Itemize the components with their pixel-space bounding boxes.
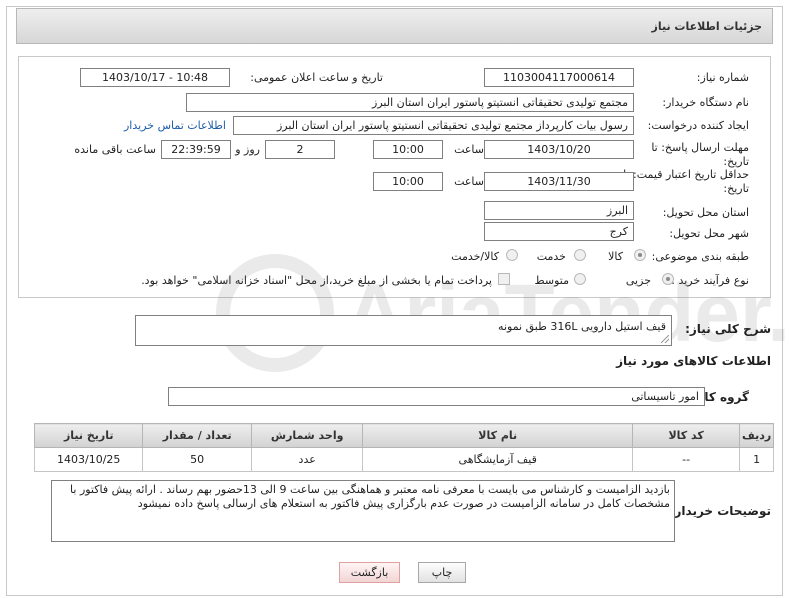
col-row-number: ردیف bbox=[739, 423, 774, 448]
cell-item-code: -- bbox=[631, 447, 741, 472]
treasury-payment-checkbox[interactable] bbox=[498, 273, 510, 285]
deadline-label: مهلت ارسال پاسخ: تا تاریخ: bbox=[651, 141, 749, 168]
remaining-label: ساعت باقی مانده bbox=[74, 143, 156, 156]
payment-note: پرداخت تمام یا بخشی از مبلغ خرید،از محل … bbox=[141, 274, 492, 287]
table-header-row: ردیف کد کالا نام کالا واحد شمارش تعداد /… bbox=[33, 423, 774, 448]
validity-time-label: ساعت bbox=[454, 175, 484, 188]
category-service-label: خدمت bbox=[536, 250, 566, 263]
creator-label: ایجاد کننده درخواست: bbox=[647, 119, 749, 132]
contact-info-link[interactable]: اطلاعات تماس خریدار bbox=[124, 119, 226, 132]
announce-label: تاریخ و ساعت اعلان عمومی: bbox=[250, 71, 383, 84]
days-label: روز و bbox=[235, 143, 260, 156]
back-button[interactable]: بازگشت bbox=[339, 562, 400, 583]
description-label: شرح کلی نیاز: bbox=[685, 322, 771, 336]
province-field: البرز bbox=[484, 201, 634, 220]
city-label: شهر محل تحویل: bbox=[669, 227, 749, 240]
col-quantity: تعداد / مقدار bbox=[142, 423, 252, 448]
need-number-field: 1103004117000614 bbox=[484, 68, 634, 87]
category-goods-radio[interactable] bbox=[634, 249, 646, 261]
category-service-radio[interactable] bbox=[574, 249, 586, 261]
col-need-date: تاریخ نیاز bbox=[33, 423, 144, 448]
announce-field: 1403/10/17 - 10:48 bbox=[80, 68, 230, 87]
deadline-date-field: 1403/10/20 bbox=[484, 140, 634, 159]
validity-date-field: 1403/11/30 bbox=[484, 172, 634, 191]
buyer-notes-field[interactable]: بازدید الزامیست و کارشناس می بایست با مع… bbox=[51, 480, 675, 542]
header-bar: جزئیات اطلاعات نیاز bbox=[16, 8, 773, 44]
table-row: 1 -- قیف آزمایشگاهی عدد 50 1403/10/25 bbox=[33, 447, 774, 472]
category-both-label: کالا/خدمت bbox=[451, 250, 499, 263]
cell-need-date: 1403/10/25 bbox=[33, 447, 144, 472]
print-button[interactable]: چاپ bbox=[418, 562, 466, 583]
validity-time-field: 10:00 bbox=[373, 172, 443, 191]
cell-row-number: 1 bbox=[739, 447, 774, 472]
process-minor-label: جزیی bbox=[625, 274, 651, 287]
buyer-org-label: نام دستگاه خریدار: bbox=[662, 96, 749, 109]
process-medium-label: متوسط bbox=[534, 274, 569, 287]
deadline-time-field: 10:00 bbox=[373, 140, 443, 159]
description-field[interactable]: قیف استیل دارویی 316L طبق نمونه bbox=[135, 315, 672, 346]
creator-field: رسول بیات کارپرداز مجتمع تولیدی تحقیقاتی… bbox=[233, 116, 634, 135]
goods-table: ردیف کد کالا نام کالا واحد شمارش تعداد /… bbox=[33, 423, 774, 472]
goods-group-field: امور تاسیساتی bbox=[168, 387, 705, 406]
buyer-org-field: مجتمع تولیدی تحقیقاتی انستیتو پاستور ایر… bbox=[186, 93, 634, 112]
cell-quantity: 50 bbox=[142, 447, 252, 472]
buyer-notes-label: توضیحات خریدار: bbox=[669, 504, 771, 518]
cell-item-name: قیف آزمایشگاهی bbox=[362, 447, 633, 472]
goods-section-title: اطلاعات کالاهای مورد نیاز bbox=[616, 354, 771, 368]
col-item-name: نام کالا bbox=[362, 423, 633, 448]
process-medium-radio[interactable] bbox=[574, 273, 586, 285]
category-label: طبقه بندی موضوعی: bbox=[651, 250, 749, 263]
process-label: نوع فرآیند خرید : bbox=[671, 274, 749, 287]
col-unit: واحد شمارش bbox=[250, 423, 364, 448]
process-minor-radio[interactable] bbox=[662, 273, 674, 285]
validity-label: حداقل تاریخ اعتبار قیمت: تا تاریخ: bbox=[623, 168, 749, 195]
category-goods-label: کالا bbox=[608, 250, 623, 263]
category-both-radio[interactable] bbox=[506, 249, 518, 261]
need-number-label: شماره نیاز: bbox=[696, 71, 749, 84]
city-field: کرج bbox=[484, 222, 634, 241]
page-title: جزئیات اطلاعات نیاز bbox=[651, 20, 763, 33]
description-text: قیف استیل دارویی 316L طبق نمونه bbox=[498, 320, 666, 333]
resize-grip-icon[interactable] bbox=[661, 335, 669, 343]
deadline-time-label: ساعت bbox=[454, 143, 484, 156]
col-item-code: کد کالا bbox=[631, 423, 741, 448]
days-field: 2 bbox=[265, 140, 335, 159]
remaining-time-field: 22:39:59 bbox=[161, 140, 231, 159]
cell-unit: عدد bbox=[250, 447, 364, 472]
province-label: استان محل تحویل: bbox=[662, 206, 749, 219]
